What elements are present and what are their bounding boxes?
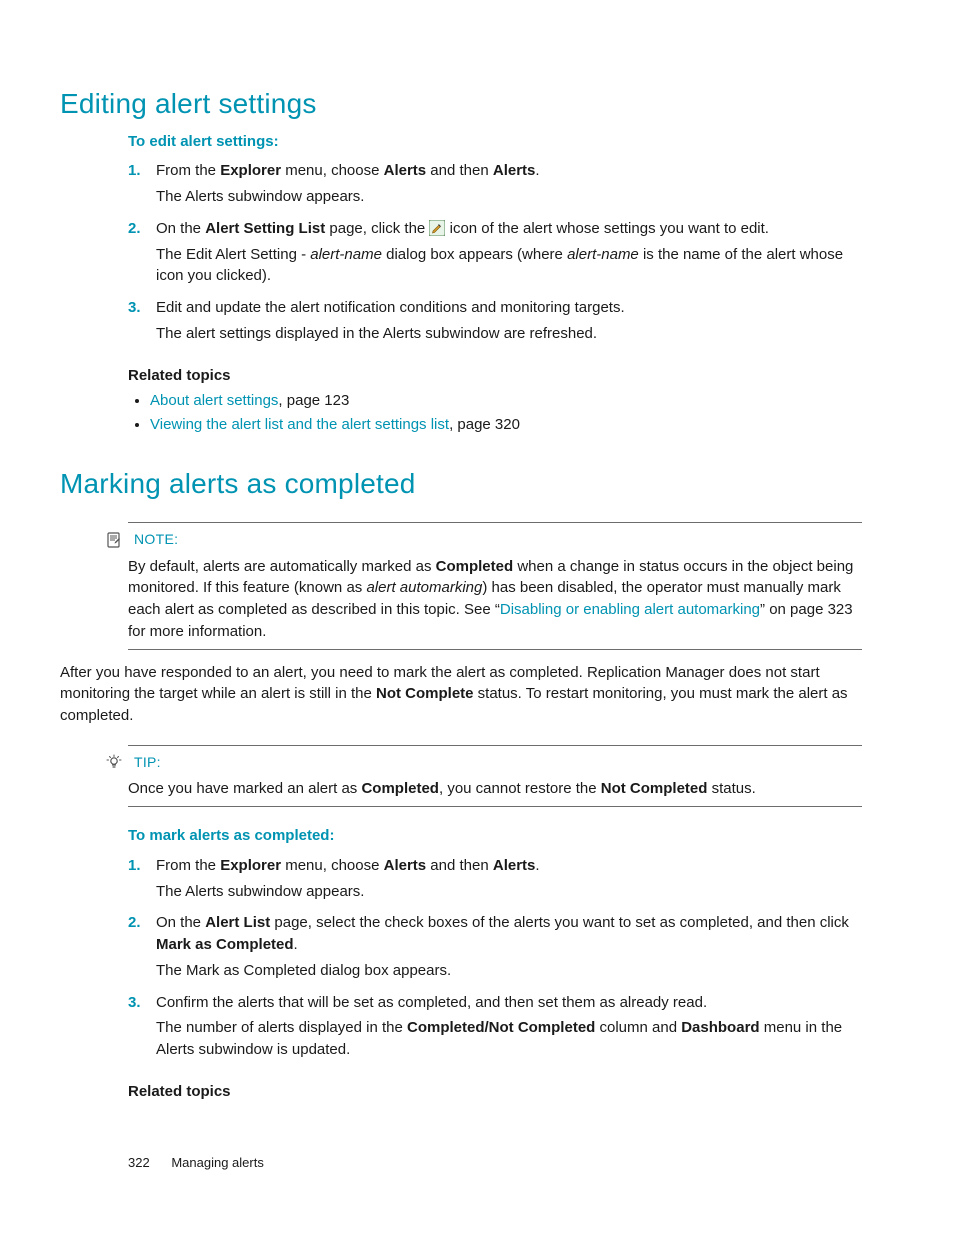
step-text: On the Alert Setting List page, click th… <box>156 220 769 237</box>
step-number: 2. <box>128 912 141 934</box>
section1-body: To edit alert settings: 1. From the Expl… <box>128 131 862 436</box>
note-body: By default, alerts are automatically mar… <box>128 556 862 643</box>
related-topics-heading: Related topics <box>128 365 862 387</box>
step-text: From the Explorer menu, choose Alerts an… <box>156 857 540 874</box>
step-number: 1. <box>128 855 141 877</box>
step-sub: The Alerts subwindow appears. <box>156 881 862 903</box>
section2-steps: To mark alerts as completed: 1. From the… <box>128 825 862 1103</box>
step-sub: The Alerts subwindow appears. <box>156 186 862 208</box>
lead-edit-alert: To edit alert settings: <box>128 131 862 153</box>
step-3: 3. Confirm the alerts that will be set a… <box>128 992 862 1071</box>
step-number: 3. <box>128 297 141 319</box>
rule <box>128 649 862 650</box>
step-3: 3. Edit and update the alert notificatio… <box>128 297 862 355</box>
tip-callout: TIP: Once you have marked an alert as Co… <box>128 745 862 807</box>
paragraph: After you have responded to an alert, yo… <box>60 662 862 727</box>
steps-edit-alert: 1. From the Explorer menu, choose Alerts… <box>128 160 862 354</box>
tip-label: TIP: <box>134 752 161 772</box>
step-2: 2. On the Alert List page, select the ch… <box>128 912 862 991</box>
step-number: 3. <box>128 992 141 1014</box>
tip-body: Once you have marked an alert as Complet… <box>128 778 862 800</box>
page: Editing alert settings To edit alert set… <box>0 0 954 1235</box>
heading-editing-alert-settings: Editing alert settings <box>60 84 862 125</box>
chapter-title: Managing alerts <box>171 1155 264 1170</box>
step-2: 2. On the Alert Setting List page, click… <box>128 218 862 297</box>
link-about-alert-settings[interactable]: About alert settings <box>150 392 278 409</box>
step-text: On the Alert List page, select the check… <box>156 914 849 953</box>
related-topic: About alert settings, page 123 <box>150 390 862 412</box>
step-sub: The number of alerts displayed in the Co… <box>156 1017 862 1061</box>
related-topics-list: About alert settings, page 123 Viewing t… <box>128 390 862 436</box>
note-callout: NOTE: By default, alerts are automatical… <box>128 522 862 649</box>
step-number: 1. <box>128 160 141 182</box>
step-1: 1. From the Explorer menu, choose Alerts… <box>128 160 862 218</box>
rule <box>128 806 862 807</box>
steps-mark-completed: 1. From the Explorer menu, choose Alerts… <box>128 855 862 1071</box>
rule <box>128 745 862 746</box>
step-sub: The alert settings displayed in the Aler… <box>156 323 862 345</box>
edit-icon <box>429 220 445 236</box>
related-topics-heading: Related topics <box>128 1081 862 1103</box>
rule <box>128 522 862 523</box>
step-text: From the Explorer menu, choose Alerts an… <box>156 162 540 179</box>
note-label: NOTE: <box>134 529 178 549</box>
note-icon <box>106 532 122 548</box>
page-number: 322 <box>128 1155 150 1170</box>
link-viewing-alert-list[interactable]: Viewing the alert list and the alert set… <box>150 416 449 433</box>
step-sub: The Edit Alert Setting - alert-name dial… <box>156 244 862 288</box>
step-sub: The Mark as Completed dialog box appears… <box>156 960 862 982</box>
step-number: 2. <box>128 218 141 240</box>
lead-mark-completed: To mark alerts as completed: <box>128 825 862 847</box>
lightbulb-icon <box>106 754 122 770</box>
step-1: 1. From the Explorer menu, choose Alerts… <box>128 855 862 913</box>
related-topic: Viewing the alert list and the alert set… <box>150 414 862 436</box>
heading-marking-alerts-completed: Marking alerts as completed <box>60 464 862 505</box>
page-footer: 322 Managing alerts <box>128 1154 264 1173</box>
step-text: Confirm the alerts that will be set as c… <box>156 994 707 1011</box>
step-text: Edit and update the alert notification c… <box>156 299 625 316</box>
link-disable-automarking[interactable]: Disabling or enabling alert automarking <box>500 601 760 618</box>
